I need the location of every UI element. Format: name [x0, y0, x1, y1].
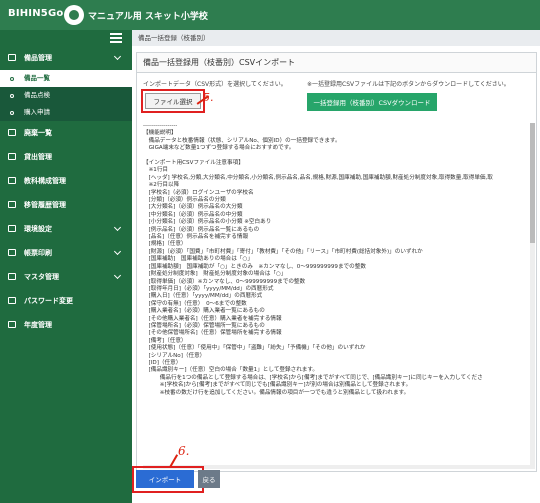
- help-line: [国庫補助] 国庫補助ありの場合は「○」: [143, 256, 253, 263]
- sidebar-item[interactable]: 備品管理: [0, 46, 132, 70]
- file-select-instruction: インポートデータ（CSV形式）を選択してください。: [143, 81, 287, 88]
- main-content: 備品一括登録（枝番別） 備品一括登録用（枝番別）CSVインポート インポートデー…: [132, 30, 540, 503]
- bullet-icon: [10, 94, 14, 98]
- sidebar-item[interactable]: 廃棄一覧: [0, 121, 132, 145]
- help-line: -----------------: [143, 123, 178, 129]
- help-line: [大分類名]（必須）例示品名の大分類: [143, 204, 243, 211]
- sidebar-item[interactable]: 環境設定: [0, 217, 132, 241]
- sidebar-item-label: 環境設定: [24, 225, 52, 233]
- breadcrumb: 備品一括登録（枝番別）: [132, 30, 540, 46]
- help-line: [備品識別キー]（任意）空白の場合「数量1」として登録されます。: [143, 367, 319, 374]
- menu-icon: [8, 321, 16, 328]
- sidebar-header: [0, 30, 132, 46]
- help-line: [使用状態]（任意）「使用中」「保管中」「盗難」「紛失」「予備機」「その他」のい…: [143, 345, 366, 352]
- help-line: [購入日]（任意）「yyyy/MM/dd」の西暦形式: [143, 293, 263, 300]
- highlight-box-file-select: [141, 89, 205, 113]
- bullet-icon: [10, 77, 14, 81]
- help-line: [その他購入業者名]（任意）購入業者を補完する情報: [143, 315, 282, 322]
- step-6-marker: 6.: [178, 444, 190, 458]
- chevron-down-icon: [113, 247, 122, 256]
- sidebar-item[interactable]: 教科構成管理: [0, 169, 132, 193]
- help-line: [その他保管場所名]（任意）保管場所を補完する情報: [143, 330, 282, 337]
- sidebar-subitem[interactable]: 備品点検: [0, 87, 132, 104]
- help-line: [財産処分制度対象] 財産処分制度対象の場合は「○」: [143, 271, 287, 278]
- help-line: [国庫補助額] 国庫補助が「○」ときのみ ※カンマなし、0～999999999ま…: [143, 263, 366, 270]
- csv-import-panel: 備品一括登録用（枝番別）CSVインポート インポートデータ（CSV形式）を選択し…: [136, 52, 537, 472]
- menu-icon: [8, 129, 16, 136]
- help-line: [購入業者名]（必須）購入業者一覧にあるもの: [143, 308, 265, 315]
- menu-icon: [8, 273, 16, 280]
- sidebar-item-label: 備品管理: [24, 54, 52, 62]
- menu-icon: [8, 249, 16, 256]
- sidebar-item-label: 貸出管理: [24, 153, 52, 161]
- help-line: ※枝番の数だけ行を追加してください。備品情報の項目が一つでも違うと別備品として扱…: [143, 389, 410, 396]
- chevron-down-icon: [113, 271, 122, 280]
- help-line: [例示品名]（必須）例示品名一覧にあるもの: [143, 226, 260, 233]
- sidebar-item-label: 購入申請: [24, 108, 50, 116]
- chevron-down-icon: [113, 223, 122, 232]
- menu-icon: [8, 177, 16, 184]
- menu-icon: [8, 201, 16, 208]
- help-line: [シリアルNo]（任意）: [143, 352, 206, 359]
- menu-toggle-icon[interactable]: [110, 33, 122, 43]
- help-line: 【インポート用CSVファイル注意事項】: [143, 160, 244, 167]
- menu-icon: [8, 225, 16, 232]
- sidebar-item-label: 帳票印刷: [24, 249, 52, 257]
- import-button[interactable]: インポート: [136, 470, 194, 488]
- sidebar-item[interactable]: マスタ管理: [0, 265, 132, 289]
- back-button[interactable]: 戻る: [198, 470, 220, 488]
- school-name: マニュアル用 スキット小学校: [88, 12, 208, 22]
- help-line: [小分類名]（必須）例示品名の小分類 ※空白あり: [143, 219, 272, 226]
- help-line: GIGA端末など数量1つずつ登録する場合におすすめです。: [143, 145, 295, 152]
- help-line: 【機能説明】: [143, 130, 177, 137]
- sidebar-item[interactable]: 貸出管理: [0, 145, 132, 169]
- sidebar: 備品管理備品一覧備品点検購入申請廃棄一覧貸出管理教科構成管理 移管履歴管理 環境設定…: [0, 30, 132, 503]
- sidebar-item[interactable]: 帳票印刷: [0, 241, 132, 265]
- sidebar-item-label: マスタ管理: [24, 273, 59, 281]
- sidebar-item-label: 備品一覧: [24, 74, 50, 82]
- help-line: [規格]（任意）: [143, 241, 187, 248]
- sidebar-menu: 備品管理備品一覧備品点検購入申請廃棄一覧貸出管理教科構成管理 移管履歴管理 環境設定…: [0, 46, 132, 337]
- panel-title: 備品一括登録用（枝番別）CSVインポート: [137, 53, 536, 73]
- help-text-area[interactable]: ----------------- 【機能説明】 備品データと枝番情報（状態、シリ…: [143, 123, 535, 471]
- menu-icon: [8, 54, 16, 61]
- help-line: [取得単価]（必須）※カンマなし、0～999999999までの整数: [143, 278, 306, 285]
- sidebar-item[interactable]: 移管履歴管理: [0, 193, 132, 217]
- sidebar-item[interactable]: パスワード変更: [0, 289, 132, 313]
- sidebar-item-label: 移管履歴管理: [24, 201, 66, 209]
- help-line: ※2行目以降: [143, 182, 180, 189]
- menu-icon: [8, 297, 16, 304]
- chevron-down-icon: [113, 52, 122, 61]
- menu-icon: [8, 153, 16, 160]
- sidebar-item[interactable]: 年度管理: [0, 313, 132, 337]
- download-instruction: ※一括登録用CSVファイルは下記のボタンからダウンロードしてください。: [307, 81, 510, 88]
- help-vertical-scrollbar[interactable]: [530, 123, 535, 469]
- help-line: ※[学校名]から[備考]までがすべて同じでも[備品識別キー]が別の場合は別備品と…: [143, 382, 412, 389]
- sidebar-item-label: 年度管理: [24, 321, 52, 329]
- help-line: [品名]（任意）例示品名を補完する情報: [143, 234, 249, 241]
- school-emblem-icon: [64, 5, 84, 25]
- help-line: [143, 153, 535, 160]
- csv-download-button[interactable]: 一括登録用（枝番別）CSVダウンロード: [307, 93, 437, 111]
- sidebar-subitem[interactable]: 購入申請: [0, 104, 132, 121]
- sidebar-item-label: 廃棄一覧: [24, 129, 52, 137]
- sidebar-subitem[interactable]: 備品一覧: [0, 70, 132, 87]
- sidebar-item-label: 教科構成管理: [24, 177, 66, 185]
- top-bar: BIHIN5Go マニュアル用 スキット小学校: [0, 0, 540, 30]
- help-line: ※1行目: [143, 167, 169, 174]
- help-line: [ヘッダ] 学校名,分類,大分類名,中分類名,小分類名,例示品名,品名,規格,財…: [143, 174, 493, 181]
- sidebar-item-label: パスワード変更: [24, 297, 73, 305]
- help-line: [学校名]（必須）ログインユーザの学校名: [143, 189, 254, 196]
- bullet-icon: [10, 111, 14, 115]
- brand-logo-text: BIHIN5Go: [8, 8, 64, 19]
- sidebar-item-label: 備品点検: [24, 91, 50, 99]
